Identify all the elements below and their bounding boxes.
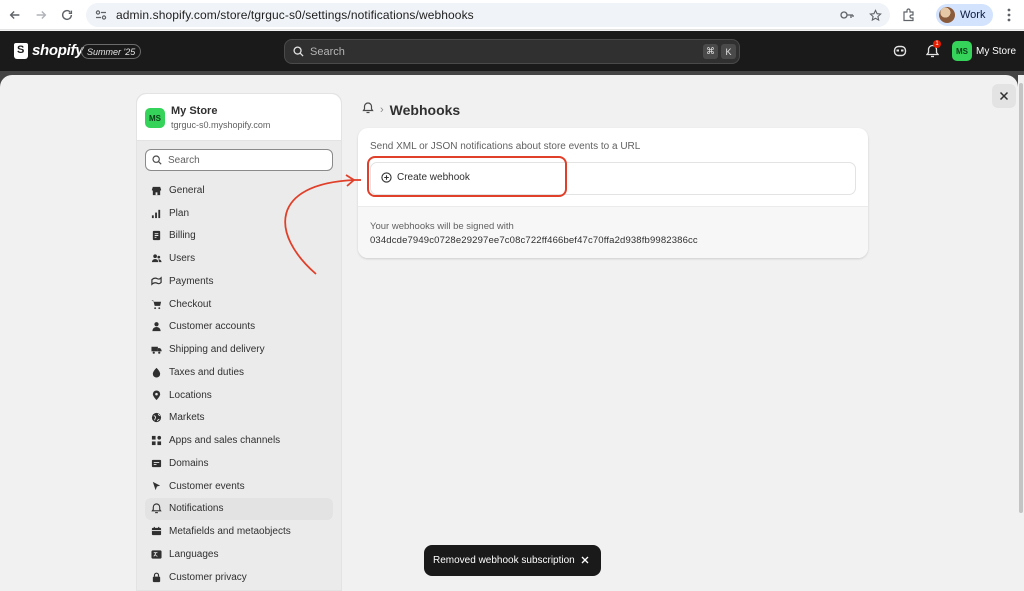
webhooks-description: Send XML or JSON notifications about sto… [370,141,641,152]
sidebar-item-locations[interactable]: Locations [145,384,333,407]
domain-icon [150,457,162,469]
taxes-icon [150,366,162,378]
page-title: Webhooks [389,102,461,118]
annotation-highlight-box [367,156,567,197]
store-domain: tgrguc-s0.myshopify.com [171,120,271,130]
password-key-icon[interactable] [838,6,856,24]
sidebar-item-apps[interactable]: Apps and sales channels [145,429,333,452]
close-settings-button[interactable] [992,84,1016,108]
reload-icon[interactable] [54,2,80,28]
edition-badge[interactable]: Summer '25 [81,44,142,59]
annotation-arrow-icon [284,174,361,275]
notifications-bell-icon[interactable] [362,101,374,119]
url-text[interactable]: admin.shopify.com/store/tgrguc-s0/settin… [116,8,474,22]
signing-key-section: Your webhooks will be signed with 034dcd… [358,206,868,258]
profile-label: Work [960,9,986,21]
chevron-right-icon: › [380,104,384,116]
shopify-topbar: shopify Summer '25 Search ⌘ K 1 MS My St… [0,31,1024,71]
sidebar-item-notifications[interactable]: Notifications [145,497,333,521]
forward-icon[interactable] [28,2,54,28]
address-bar[interactable]: admin.shopify.com/store/tgrguc-s0/settin… [86,3,890,27]
apps-icon [150,435,162,447]
truck-icon [150,344,162,356]
signing-key-label: Your webhooks will be signed with [370,221,514,232]
language-icon [150,548,162,560]
billing-icon [150,230,162,242]
location-icon [150,389,162,401]
store-icon [150,184,162,196]
notification-count-badge: 1 [933,40,941,48]
store-avatar: MS [952,41,972,61]
cursor-icon [150,480,162,492]
sidebar-item-taxes[interactable]: Taxes and duties [145,361,333,384]
shortcut-k-key: K [721,44,736,59]
toast-message: Removed webhook subscription [433,555,575,566]
shortcut-cmd-key: ⌘ [703,44,718,59]
payments-icon [150,275,162,287]
lock-icon [150,571,162,583]
store-menu-button[interactable]: MS My Store [952,41,1016,61]
sidebar-item-customer-events[interactable]: Customer events [145,475,333,498]
extensions-icon[interactable] [900,6,918,24]
toast-close-icon[interactable] [578,553,592,567]
profile-avatar [939,7,955,23]
toast-notification: Removed webhook subscription [424,545,601,576]
scrollbar-thumb[interactable] [1019,83,1023,513]
signing-key-value: 034dcde7949c0728e29297ee7c08c722ff466bef… [370,235,698,246]
store-title: My Store [171,105,218,117]
bell-icon [150,503,162,515]
store-name: My Store [976,45,1017,57]
notifications-bell-icon[interactable]: 1 [924,40,941,59]
store-avatar: MS [145,108,165,128]
globe-icon [150,412,162,424]
settings-sidebar: MS My Store tgrguc-s0.myshopify.com Sear… [136,93,342,591]
sidebar-item-languages[interactable]: Languages [145,543,333,566]
sidebar-item-domains[interactable]: Domains [145,452,333,475]
site-settings-icon[interactable] [92,6,110,24]
profile-button[interactable]: Work [936,4,994,26]
store-card[interactable]: MS My Store tgrguc-s0.myshopify.com [137,94,341,141]
sidebar-item-shipping[interactable]: Shipping and delivery [145,338,333,361]
person-icon [150,321,162,333]
page-scrollbar[interactable] [1018,75,1024,591]
plan-icon [150,207,162,219]
shopify-bag-icon [14,42,28,59]
sidebar-item-customer-accounts[interactable]: Customer accounts [145,316,333,339]
bookmark-star-icon[interactable] [866,6,884,24]
sidebar-item-metafields[interactable]: Metafields and metaobjects [145,520,333,543]
metafields-icon [150,526,162,538]
sidekick-icon[interactable] [892,43,908,59]
search-icon [152,155,162,165]
settings-search-input[interactable]: Search [145,149,333,171]
shopify-logo[interactable]: shopify [14,42,84,59]
search-icon [293,46,304,57]
sidebar-item-checkout[interactable]: Checkout [145,293,333,316]
sidebar-item-markets[interactable]: Markets [145,407,333,430]
close-icon [999,91,1009,101]
browser-menu-icon[interactable] [1000,6,1018,24]
sidebar-item-customer-privacy[interactable]: Customer privacy [145,566,333,589]
browser-toolbar: admin.shopify.com/store/tgrguc-s0/settin… [0,0,1024,30]
back-icon[interactable] [2,2,28,28]
users-icon [150,253,162,265]
breadcrumb: › Webhooks [362,101,460,119]
cart-icon [150,298,162,310]
top-search-input[interactable]: Search ⌘ K [284,39,740,64]
